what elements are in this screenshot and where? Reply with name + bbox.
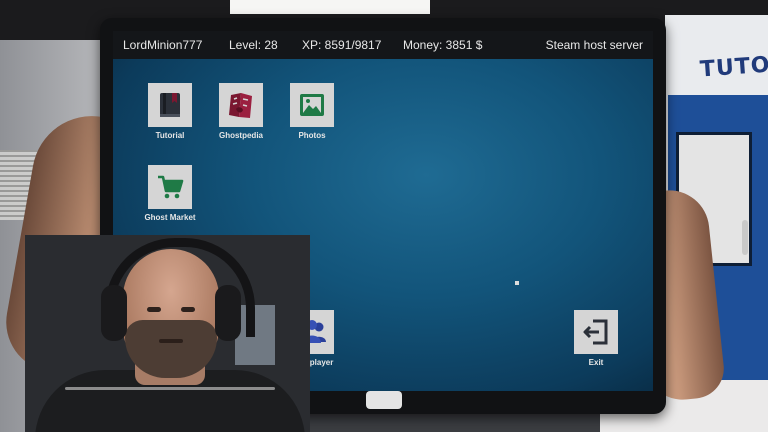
app-photos[interactable]: Photos <box>277 83 347 140</box>
app-exit[interactable]: Exit <box>561 310 631 367</box>
tablet-status-bar: LordMinion777 Level: 28 XP: 8591/9817 Mo… <box>113 31 653 59</box>
headphones-right-cup <box>215 285 241 341</box>
app-photos-label: Photos <box>298 131 326 140</box>
exit-icon <box>583 319 608 345</box>
player-level: Level: 28 <box>229 38 278 52</box>
server-status: Steam host server <box>545 38 643 52</box>
player-xp: XP: 8591/9817 <box>302 38 382 52</box>
book-icon <box>160 93 180 117</box>
app-tutorial-label: Tutorial <box>155 131 185 140</box>
ghostpedia-icon <box>229 93 252 118</box>
tablet-home-button[interactable] <box>366 391 402 409</box>
ceiling-light <box>230 0 430 14</box>
streamer-webcam <box>25 235 310 432</box>
player-name: LordMinion777 <box>123 38 203 52</box>
app-ghost-market[interactable]: Ghost Market <box>135 165 205 222</box>
app-photos-tile[interactable] <box>290 83 334 127</box>
app-tutorial[interactable]: Tutorial <box>135 83 205 140</box>
shirt-stripe <box>65 387 275 390</box>
app-exit-label: Exit <box>588 358 604 367</box>
cart-icon <box>158 175 184 199</box>
streamer-mouth <box>159 339 183 343</box>
app-ghostpedia-label: Ghostpedia <box>218 131 263 140</box>
mouse-cursor <box>515 281 519 285</box>
app-ghost-market-tile[interactable] <box>148 165 192 209</box>
app-ghostpedia-tile[interactable] <box>219 83 263 127</box>
player-money: Money: 3851 $ <box>403 38 483 52</box>
app-exit-tile[interactable] <box>574 310 618 354</box>
app-ghost-market-label: Ghost Market <box>144 213 196 222</box>
image-icon <box>300 94 324 116</box>
door-handle <box>742 220 748 255</box>
wall-sign: TUTO <box>699 52 768 83</box>
app-ghostpedia[interactable]: Ghostpedia <box>206 83 276 140</box>
headphones-left-cup <box>101 285 127 341</box>
app-tutorial-tile[interactable] <box>148 83 192 127</box>
